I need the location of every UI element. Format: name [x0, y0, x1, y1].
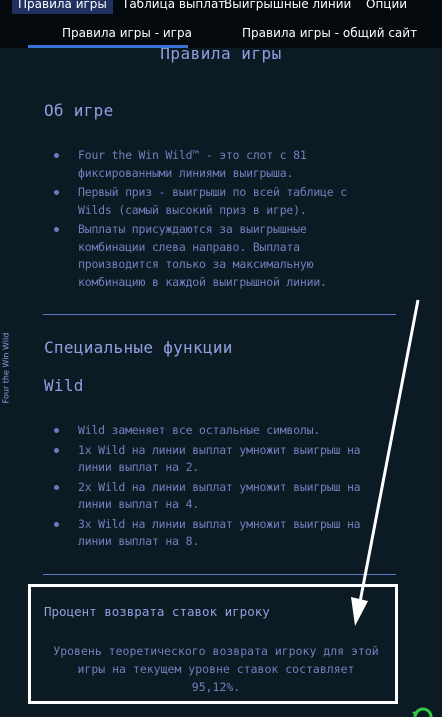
section-divider [43, 314, 396, 315]
top-tab-bar: Правила игры Таблица выплат Выигрышные л… [0, 0, 442, 14]
special-features-heading: Специальные функции [44, 338, 233, 357]
refresh-arrow-icon[interactable] [412, 703, 434, 717]
about-list: Four the Win Wild™ - это слот с 81 фикси… [54, 147, 354, 293]
list-item: Four the Win Wild™ - это слот с 81 фикси… [54, 147, 354, 182]
wild-list: Wild заменяет все остальные символы. 1x … [54, 422, 369, 553]
sub-tab-site-rules[interactable]: Правила игры - общий сайт [242, 26, 417, 40]
top-tab-rules[interactable]: Правила игры [12, 0, 113, 14]
list-item: Wild заменяет все остальные символы. [54, 422, 369, 440]
list-item: 3x Wild на линии выплат умножит выигрыш … [54, 516, 369, 551]
list-item: Выплаты присуждаются за выигрышные комби… [54, 221, 354, 291]
section-divider [43, 574, 396, 575]
list-item: 1x Wild на линии выплат умножит выигрыш … [54, 442, 369, 477]
top-tab-paylines[interactable]: Выигрышные линии [218, 0, 357, 14]
rtp-text: Уровень теоретического возврата игроку д… [53, 644, 379, 694]
list-item: Первый приз - выигрыши по всей таблице с… [54, 184, 354, 219]
top-tab-paytable[interactable]: Таблица выплат [116, 0, 231, 14]
sub-tab-game-rules[interactable]: Правила игры - игра [62, 26, 192, 40]
about-heading: Об игре [44, 101, 114, 120]
page-title: Правила игры [160, 48, 282, 63]
list-item: 2x Wild на линии выплат умножит выигрыш … [54, 479, 369, 514]
wild-subheading: Wild [44, 376, 84, 395]
rtp-highlight-box: Процент возврата ставок игроку Уровень т… [28, 584, 398, 704]
game-name-side-label: Four the Win Wild [1, 332, 11, 404]
top-tab-options[interactable]: Опции [360, 0, 413, 14]
rtp-heading: Процент возврата ставок игроку [44, 604, 270, 619]
sub-tab-bar: Правила игры - игра Правила игры - общий… [0, 14, 442, 48]
